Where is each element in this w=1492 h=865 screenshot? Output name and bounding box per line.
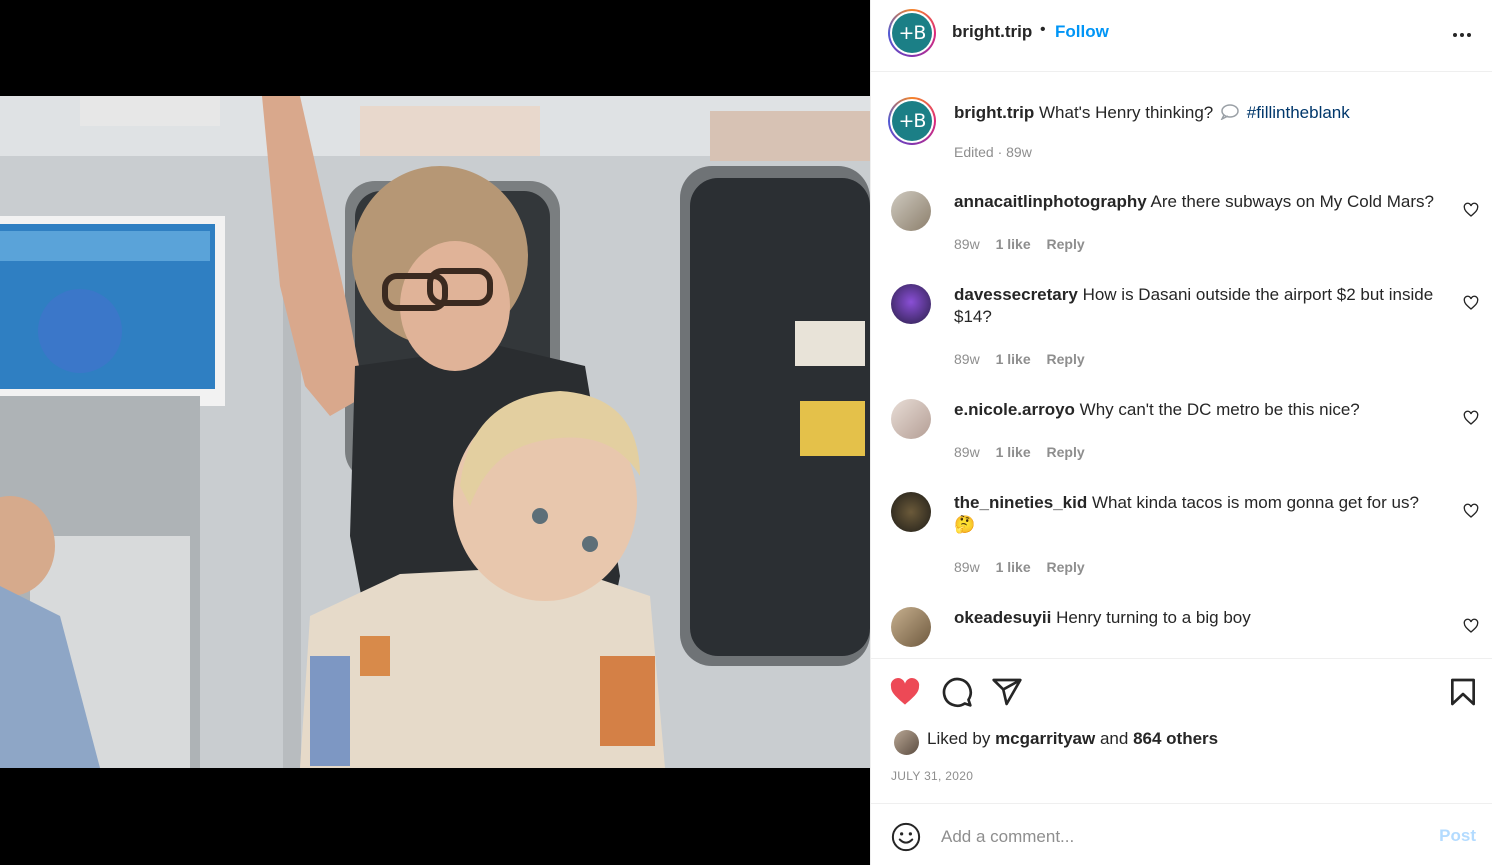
commenter-avatar[interactable] [891,607,931,647]
comment-likes[interactable]: 1 like [996,559,1031,575]
commenter-avatar[interactable] [891,284,931,324]
subway-photo [0,96,870,768]
emoji-icon[interactable] [891,822,921,852]
comment-username[interactable]: the_nineties_kid [954,493,1087,512]
post-photo[interactable] [0,96,870,768]
comment-input[interactable] [941,823,1421,851]
comment-meta: 89w 1 like Reply [954,559,1097,575]
separator-dot: • [1040,21,1046,38]
comments-list[interactable]: +B bright.trip What's Henry thinking? #f… [871,73,1492,658]
heart-icon[interactable] [889,676,921,708]
more-icon[interactable] [1451,24,1473,46]
comment-username[interactable]: e.nicole.arroyo [954,400,1075,419]
follow-button[interactable]: Follow [1055,22,1109,42]
comment-age: 89w [954,444,980,460]
post-button[interactable]: Post [1439,826,1476,846]
small-heart-icon[interactable] [1463,618,1479,634]
caption-avatar[interactable]: +B [888,97,936,145]
comment-likes[interactable]: 1 like [996,351,1031,367]
caption-text: bright.trip What's Henry thinking? #fill… [954,102,1444,124]
likes-summary: Liked by mcgarrityaw and 864 others [927,729,1218,749]
small-heart-icon[interactable] [1463,295,1479,311]
post-panel: +B bright.trip • Follow +B bright.trip W… [870,0,1492,865]
comment-text: okeadesuyii Henry turning to a big boy [954,607,1444,629]
comment-body: Are there subways on My Cold Mars? [1150,192,1434,211]
comment-icon[interactable] [941,676,973,708]
post-date: JULY 31, 2020 [891,769,974,783]
commenter-avatar[interactable] [891,399,931,439]
media-area [0,0,870,865]
reply-button[interactable]: Reply [1047,351,1085,367]
caption-hashtag[interactable]: #fillintheblank [1247,103,1350,122]
comment-body: What kinda tacos is mom gonna get for us… [1091,493,1419,512]
comment-username[interactable]: davessecretary [954,285,1078,304]
comment-username[interactable]: okeadesuyii [954,608,1051,627]
post-actions: Liked by mcgarrityaw and 864 others JULY… [871,658,1492,803]
comment-text: e.nicole.arroyo Why can't the DC metro b… [954,399,1444,421]
likes-others[interactable]: 864 others [1133,729,1218,748]
caption-edited: Edited · 89w [954,144,1032,160]
comment-text: annacaitlinphotography Are there subways… [954,191,1444,213]
comment-text: davessecretary How is Dasani outside the… [954,284,1444,328]
add-comment-bar: Post [871,803,1492,865]
comment-meta: 89w 1 like Reply [954,444,1097,460]
account-username[interactable]: bright.trip [952,22,1032,42]
comment-text: the_nineties_kid What kinda tacos is mom… [954,492,1444,536]
comment-meta: 89w 1 like Reply [954,351,1097,367]
comment-username[interactable]: annacaitlinphotography [954,192,1147,211]
comment-age: 89w [954,559,980,575]
reply-button[interactable]: Reply [1047,444,1085,460]
small-heart-icon[interactable] [1463,202,1479,218]
bookmark-icon[interactable] [1447,676,1479,708]
liker-avatar[interactable] [894,730,919,755]
small-heart-icon[interactable] [1463,503,1479,519]
caption-body: What's Henry thinking? [1039,103,1214,122]
commenter-avatar[interactable] [891,191,931,231]
speech-bubble-icon [1220,104,1239,121]
post-header: +B bright.trip • Follow [871,0,1492,72]
liker-username[interactable]: mcgarrityaw [995,729,1095,748]
likes-prefix: Liked by [927,729,991,748]
comment-body: Henry turning to a big boy [1056,608,1251,627]
comment-age: 89w [954,236,980,252]
comment-likes[interactable]: 1 like [996,444,1031,460]
likes-joiner: and [1099,729,1129,748]
small-heart-icon[interactable] [1463,410,1479,426]
reply-button[interactable]: Reply [1047,236,1085,252]
caption-username[interactable]: bright.trip [954,103,1034,122]
comment-age: 89w [954,351,980,367]
brand-logo: +B [892,101,932,141]
comment-meta: 89w 1 like Reply [954,236,1097,252]
reply-button[interactable]: Reply [1047,559,1085,575]
account-avatar[interactable]: +B [888,9,936,57]
comment-body: Why can't the DC metro be this nice? [1079,400,1360,419]
caption-meta: Edited · 89w [954,144,1044,160]
brand-logo: +B [892,13,932,53]
commenter-avatar[interactable] [891,492,931,532]
thinking-emoji: 🤔 [954,515,976,534]
share-icon[interactable] [991,676,1023,708]
comment-likes[interactable]: 1 like [996,236,1031,252]
